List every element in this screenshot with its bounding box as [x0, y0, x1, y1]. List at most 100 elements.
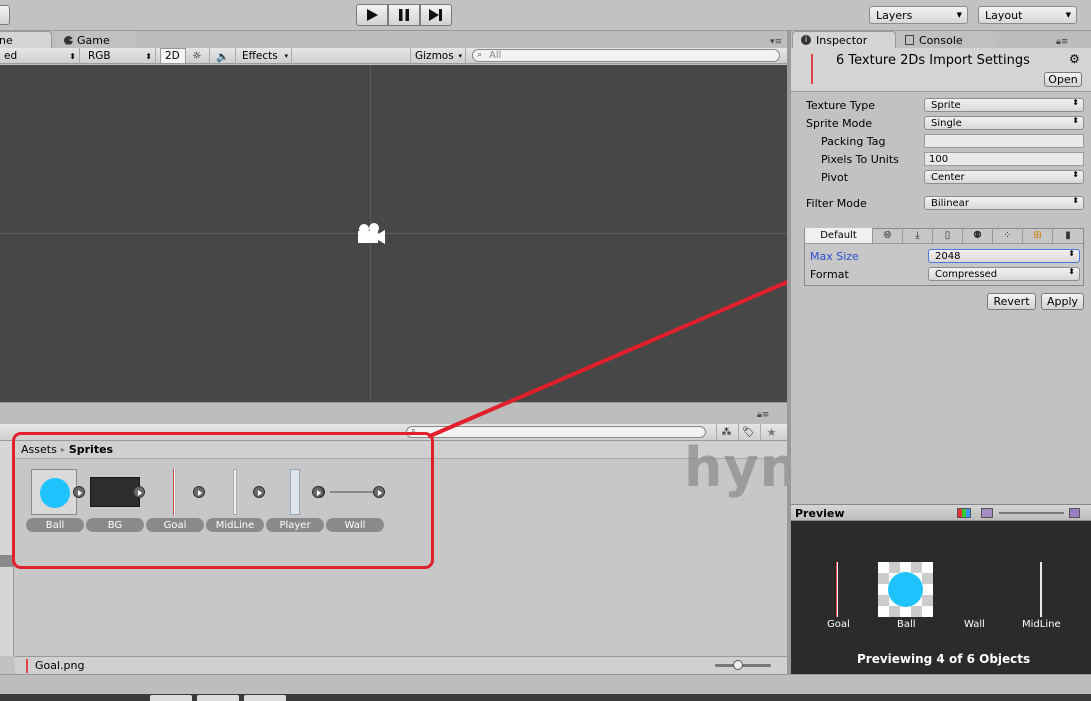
inspector-title: 6 Texture 2Ds Import Settings [836, 53, 1030, 68]
tab-console[interactable]: Console [896, 31, 994, 48]
inspector-header: 6 Texture 2Ds Import Settings ⚙ Open [791, 48, 1091, 92]
project-search-input[interactable]: ⌕ [406, 426, 706, 438]
tab-game[interactable]: Game [55, 31, 135, 48]
lock-icon[interactable]: 🔒︎≡ [1056, 37, 1068, 47]
mip-icon [1069, 508, 1080, 518]
taskbar-button[interactable] [197, 695, 239, 701]
texture-icon [811, 54, 813, 84]
pause-icon [399, 9, 409, 21]
step-icon [429, 9, 442, 21]
audio-toggle[interactable]: 🔈 [212, 48, 236, 64]
preview-item-label: Wall [964, 619, 985, 630]
alpha-channel-button[interactable] [981, 508, 993, 518]
texture-type-dropdown[interactable]: Sprite ⬍ [924, 98, 1084, 112]
pivot-dropdown[interactable]: Center ⬍ [924, 170, 1084, 184]
preview-ball-sprite [878, 562, 933, 617]
platform-tab-windows[interactable]: ⊞ [1023, 228, 1053, 243]
panel-menu-icon[interactable]: ▾≡ [770, 37, 782, 47]
blackberry-icon: ⁘ [1003, 230, 1012, 241]
preview-ball-circle [888, 572, 923, 607]
updown-icon: ⬍ [1072, 98, 1079, 107]
scene-toolbar: ed ⬍ RGB ⬍ 2D ☼ 🔈 Effects ▾ Gizmos ▾ ⌕ All [0, 48, 787, 64]
thumbnail-size-slider[interactable] [715, 660, 771, 670]
updown-icon: ⬍ [69, 51, 76, 61]
left-tool-button[interactable] [0, 5, 10, 25]
revert-button[interactable]: Revert [987, 293, 1036, 310]
slider-handle[interactable] [733, 660, 743, 670]
step-button[interactable] [420, 4, 452, 26]
filter-mode-label: Filter Mode [806, 197, 867, 210]
tab-inspector[interactable]: i Inspector [792, 31, 896, 48]
open-button-label: Open [1048, 73, 1078, 86]
info-icon: i [801, 35, 811, 45]
gizmos-label: Gizmos [415, 50, 454, 62]
play-icon [367, 9, 378, 21]
search-icon: ⌕ [477, 50, 483, 60]
format-dropdown[interactable]: Compressed ⬍ [928, 267, 1080, 281]
filter-mode-value: Bilinear [931, 197, 969, 209]
console-tab-label: Console [919, 33, 963, 47]
shading-mode-dropdown[interactable]: ed ⬍ [0, 48, 80, 64]
pacman-icon [64, 35, 73, 45]
shading-mode-label: ed [4, 50, 18, 62]
chevron-down-icon: ▼ [1065, 11, 1071, 19]
scene-search-input[interactable]: ⌕ All [472, 49, 780, 62]
platform-tab-ios[interactable]: ▯ [933, 228, 963, 243]
search-placeholder: All [489, 50, 502, 61]
rgb-label: RGB [88, 50, 111, 62]
texture-type-label: Texture Type [806, 99, 876, 112]
taskbar-button[interactable] [244, 695, 286, 701]
layout-dropdown[interactable]: Layout ▼ [978, 6, 1077, 24]
download-icon: ⤓ [915, 230, 920, 241]
taskbar-button[interactable] [150, 695, 192, 701]
scene-tab-label: ne [0, 33, 13, 47]
preview-status: Previewing 4 of 6 Objects [857, 652, 1031, 666]
open-button[interactable]: Open [1044, 72, 1082, 87]
project-status-bar: Goal.png [15, 656, 787, 674]
lighting-toggle[interactable]: ☼ [188, 48, 210, 64]
tab-scene[interactable]: ne [0, 31, 52, 48]
preview-item-label: Goal [827, 619, 850, 630]
phone-icon: ▯ [944, 230, 951, 241]
platform-tab-blackberry[interactable]: ⁘ [993, 228, 1023, 243]
apply-button[interactable]: Apply [1041, 293, 1084, 310]
lock-icon[interactable]: 🔒︎≡ [757, 410, 769, 420]
assets-highlight-box [12, 432, 434, 569]
scene-view[interactable] [0, 65, 787, 402]
gizmos-dropdown[interactable]: Gizmos ▾ [410, 48, 466, 64]
max-size-dropdown[interactable]: 2048 ⬍ [928, 249, 1080, 263]
updown-icon: ⬍ [1072, 170, 1079, 179]
platform-tab-phone[interactable]: ▮ [1053, 228, 1083, 243]
packing-tag-field[interactable] [924, 134, 1084, 148]
rgb-channel-button[interactable] [957, 508, 971, 518]
preview-header: Preview [791, 504, 1091, 521]
speaker-icon: 🔈 [216, 50, 230, 63]
platform-tab-web[interactable]: 🌐︎ [873, 228, 903, 243]
platform-tab-android[interactable]: ⚉ [963, 228, 993, 243]
filter-mode-dropdown[interactable]: Bilinear ⬍ [924, 196, 1084, 210]
pixels-to-units-field[interactable]: 100 [924, 152, 1084, 166]
layers-dropdown[interactable]: Layers ▼ [869, 6, 968, 24]
rgb-dropdown[interactable]: RGB ⬍ [84, 48, 156, 64]
game-tab-label: Game [77, 33, 110, 47]
pixels-to-units-label: Pixels To Units [821, 153, 899, 166]
platform-tab-default[interactable]: Default [805, 228, 873, 243]
pause-button[interactable] [388, 4, 420, 26]
sprite-mode-label: Sprite Mode [806, 117, 873, 130]
selected-file-label: Goal.png [35, 659, 85, 672]
default-tab-label: Default [820, 230, 857, 241]
effects-dropdown[interactable]: Effects ▾ [238, 48, 292, 64]
play-button[interactable] [356, 4, 388, 26]
gear-icon[interactable]: ⚙ [1069, 52, 1080, 66]
sprite-mode-dropdown[interactable]: Single ⬍ [924, 116, 1084, 130]
platform-tab-standalone[interactable]: ⤓ [903, 228, 933, 243]
mip-level-slider[interactable] [999, 512, 1064, 514]
updown-icon: ⬍ [1072, 116, 1079, 125]
camera-icon [358, 223, 385, 244]
mode-2d-toggle[interactable]: 2D [160, 48, 186, 64]
updown-icon: ⬍ [1068, 267, 1075, 276]
preview-midline-sprite [1040, 562, 1042, 617]
updown-icon: ⬍ [145, 51, 152, 61]
chevron-down-icon: ▾ [458, 52, 462, 60]
apply-button-label: Apply [1046, 295, 1079, 308]
